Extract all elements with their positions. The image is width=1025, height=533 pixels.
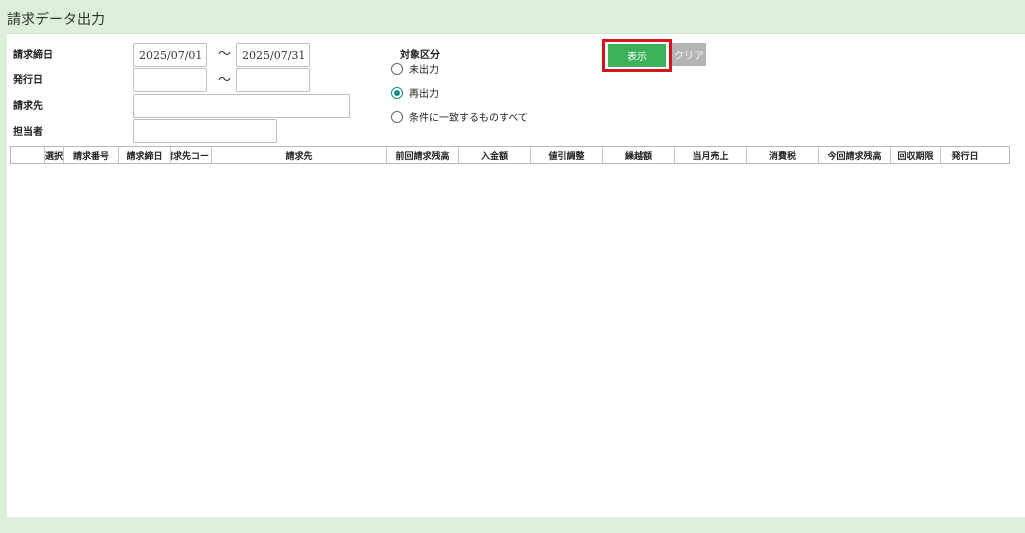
column-header-issue-date[interactable]: 発行日 [941,147,989,163]
person-in-charge-input[interactable] [133,119,277,143]
billing-to-label: 請求先 [13,101,43,112]
radio-label: 条件に一致するものすべて [409,113,528,124]
column-spacer [11,147,45,163]
radio-not-output[interactable]: 未出力 [391,61,439,76]
status-bar [0,517,1025,533]
person-in-charge-label: 担当者 [13,127,43,138]
billing-close-date-from-input[interactable] [133,43,207,67]
results-grid-header: 選択 請求番号 請求締日 請求先コード 請求先 前回請求残高 入金額 値引調整 … [10,146,1010,164]
column-header-invoice-number[interactable]: 請求番号 [64,147,119,163]
billing-to-input[interactable] [133,94,350,118]
column-header-select[interactable]: 選択 [45,147,64,163]
radio-all-matching[interactable]: 条件に一致するものすべて [391,109,528,124]
radio-re-output[interactable]: 再出力 [391,85,439,100]
issue-date-from-input[interactable] [133,68,207,92]
billing-close-date-to-input[interactable] [236,43,310,67]
radio-label: 未出力 [409,65,439,76]
issue-date-label: 発行日 [13,75,43,86]
range-tilde: ～ [218,73,232,88]
column-header-due-date[interactable]: 回収期限 [891,147,941,163]
column-header-carryover[interactable]: 繰越額 [603,147,675,163]
column-header-billing-to[interactable]: 請求先 [212,147,387,163]
show-button[interactable]: 表示 [608,44,666,67]
column-header-close-date[interactable]: 請求締日 [119,147,171,163]
column-header-discount[interactable]: 値引調整 [531,147,603,163]
clear-button[interactable]: クリア [672,43,706,66]
radio-checked-icon [391,86,403,99]
column-header-current-balance[interactable]: 今回請求残高 [819,147,891,163]
column-header-monthly-sales[interactable]: 当月売上 [675,147,747,163]
main-content: 請求締日 ～ 発行日 ～ 請求先 担当者 対象区分 未出力 再出力 条件に一致す… [7,33,1025,517]
radio-circle-icon [391,110,403,123]
target-category-label: 対象区分 [400,50,440,61]
column-header-tax[interactable]: 消費税 [747,147,819,163]
issue-date-to-input[interactable] [236,68,310,92]
radio-circle-icon [391,62,403,75]
billing-close-date-label: 請求締日 [13,50,53,61]
show-button-highlight: 表示 [602,39,672,72]
column-header-billing-code[interactable]: 請求先コード [171,147,212,163]
page-title: 請求データ出力 [0,0,1025,33]
column-header-prev-balance[interactable]: 前回請求残高 [387,147,459,163]
range-tilde: ～ [218,47,232,62]
column-header-payment[interactable]: 入金額 [459,147,531,163]
app-window: 請求データ出力 請求締日 ～ 発行日 ～ 請求先 担当者 対象区分 未出力 再出… [0,0,1025,533]
radio-label: 再出力 [409,89,439,100]
